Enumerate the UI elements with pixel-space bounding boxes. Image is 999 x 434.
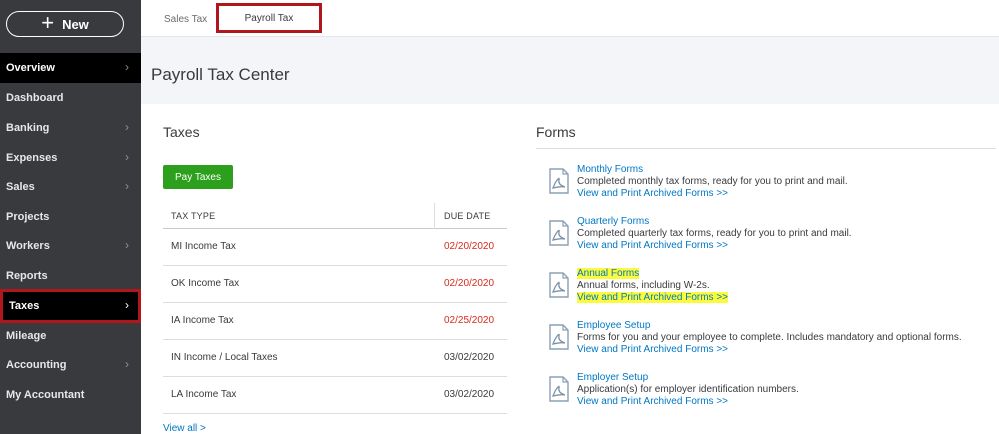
pay-taxes-button[interactable]: Pay Taxes [163,165,233,189]
sidebar-item-reports[interactable]: Reports [0,261,141,291]
sidebar-item-label: Reports [6,270,48,282]
table-row[interactable]: IA Income Tax 02/25/2020 [163,303,507,340]
left-navigation: + New Overview › Dashboard Banking › Exp… [0,0,141,434]
form-title-link[interactable]: Annual Forms [577,268,640,279]
tab-sales-tax[interactable]: Sales Tax [164,14,207,25]
chevron-right-icon: › [125,150,129,164]
form-description: Completed quarterly tax forms, ready for… [577,228,852,239]
sidebar-item-projects[interactable]: Projects [0,202,141,232]
form-item-monthly: Monthly Forms Completed monthly tax form… [546,164,996,210]
due-date-cell: 02/25/2020 [444,315,495,326]
tax-type-cell: IA Income Tax [171,315,234,326]
column-header-due-date[interactable]: DUE DATE [444,211,490,221]
column-divider [434,203,435,229]
form-description: Completed monthly tax forms, ready for y… [577,176,848,187]
tab-payroll-tax[interactable]: Payroll Tax [216,3,322,33]
pdf-document-icon [549,168,569,194]
table-row[interactable]: OK Income Tax 02/20/2020 [163,266,507,303]
pdf-document-icon [549,272,569,298]
chevron-right-icon: › [125,179,129,193]
sidebar-item-banking[interactable]: Banking › [0,113,141,143]
form-title-link[interactable]: Monthly Forms [577,164,643,175]
form-title-link[interactable]: Quarterly Forms [577,216,649,227]
form-title-link[interactable]: Employee Setup [577,320,650,331]
sidebar-item-label: Workers [6,240,50,252]
sidebar-item-label: Mileage [6,330,47,342]
view-all-link[interactable]: View all > [163,423,206,434]
pdf-document-icon [549,324,569,350]
sidebar-item-label: Expenses [6,152,58,164]
due-date-cell: 02/20/2020 [444,241,495,252]
sidebar-item-label: My Accountant [6,389,85,401]
sidebar-item-my-accountant[interactable]: My Accountant [0,380,141,410]
sidebar-item-dashboard[interactable]: Dashboard [0,83,141,113]
sidebar-item-label: Banking [6,122,50,134]
sidebar-item-label: Overview [6,62,55,74]
table-header: TAX TYPE DUE DATE [163,203,507,229]
due-date-cell: 03/02/2020 [444,389,495,400]
page-header: Payroll Tax Center [141,36,999,104]
sidebar-item-label: Dashboard [6,92,64,104]
archived-forms-link[interactable]: View and Print Archived Forms >> [577,188,728,199]
sidebar-item-workers[interactable]: Workers › [0,231,141,261]
archived-forms-link[interactable]: View and Print Archived Forms >> [577,292,728,303]
form-title-link[interactable]: Employer Setup [577,372,648,383]
plus-icon: + [41,10,55,35]
form-description: Annual forms, including W-2s. [577,280,710,291]
chevron-right-icon: › [125,238,129,252]
column-header-tax-type: TAX TYPE [171,211,216,221]
tax-type-cell: MI Income Tax [171,241,236,252]
tax-type-cell: LA Income Tax [171,389,237,400]
tax-tabs: Sales Tax Payroll Tax [141,0,999,36]
sidebar-item-expenses[interactable]: Expenses › [0,143,141,173]
archived-forms-link[interactable]: View and Print Archived Forms >> [577,344,728,355]
pdf-document-icon [549,220,569,246]
sidebar-item-taxes[interactable]: Taxes › [0,289,141,323]
archived-forms-link[interactable]: View and Print Archived Forms >> [577,240,728,251]
table-row[interactable]: LA Income Tax 03/02/2020 [163,377,507,414]
tax-type-cell: IN Income / Local Taxes [171,352,278,363]
new-button[interactable]: + New [6,11,124,37]
new-button-label: New [62,16,89,32]
sidebar-item-label: Projects [6,211,50,223]
pdf-document-icon [549,376,569,402]
table-row[interactable]: IN Income / Local Taxes 03/02/2020 [163,340,507,377]
table-row[interactable]: MI Income Tax 02/20/2020 [163,229,507,266]
form-description: Forms for you and your employee to compl… [577,332,962,343]
form-item-employee-setup: Employee Setup Forms for you and your em… [546,320,996,366]
form-description: Application(s) for employer identificati… [577,384,799,395]
taxes-table: TAX TYPE DUE DATE MI Income Tax 02/20/20… [163,203,507,414]
form-item-employer-setup: Employer Setup Application(s) for employ… [546,372,996,418]
form-item-annual: Annual Forms Annual forms, including W-2… [546,268,996,314]
chevron-right-icon: › [125,298,129,312]
form-item-quarterly: Quarterly Forms Completed quarterly tax … [546,216,996,262]
due-date-cell: 03/02/2020 [444,352,495,363]
chevron-right-icon: › [125,60,129,74]
page-title: Payroll Tax Center [151,65,290,84]
sidebar-item-accounting[interactable]: Accounting › [0,350,141,380]
tax-type-cell: OK Income Tax [171,278,240,289]
archived-forms-link[interactable]: View and Print Archived Forms >> [577,396,728,407]
sidebar-item-label: Sales [6,181,35,193]
due-date-cell: 02/20/2020 [444,278,495,289]
taxes-section-title: Taxes [163,124,200,140]
divider [536,148,996,149]
forms-section-title: Forms [536,124,576,140]
chevron-right-icon: › [125,120,129,134]
sidebar-item-overview[interactable]: Overview › [0,53,141,83]
sidebar-item-mileage[interactable]: Mileage [0,321,141,351]
sidebar-item-sales[interactable]: Sales › [0,172,141,202]
sidebar-item-label: Taxes [9,300,40,312]
sidebar-item-label: Accounting [6,359,67,371]
chevron-right-icon: › [125,357,129,371]
